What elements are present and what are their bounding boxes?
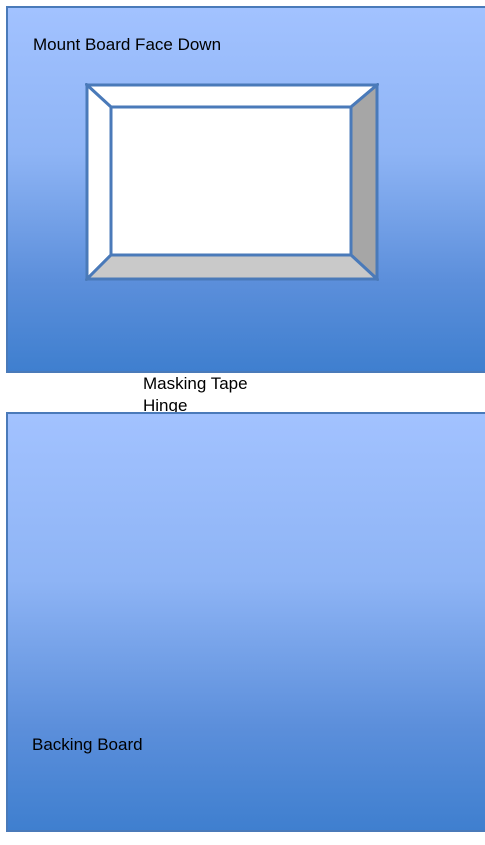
bevel-right xyxy=(349,83,379,281)
bevel-bottom xyxy=(85,253,379,281)
bevel-top xyxy=(85,83,379,109)
window-opening xyxy=(85,83,379,281)
hinge-label-line1: Masking Tape xyxy=(143,374,248,393)
bevel-left xyxy=(85,83,113,281)
mount-board-label: Mount Board Face Down xyxy=(33,35,222,54)
window-aperture xyxy=(109,105,353,257)
hinge-label: Masking Tape Hinge xyxy=(143,373,343,417)
backing-board-label: Backing Board xyxy=(32,735,143,754)
backing-board: Backing Board xyxy=(6,412,485,832)
